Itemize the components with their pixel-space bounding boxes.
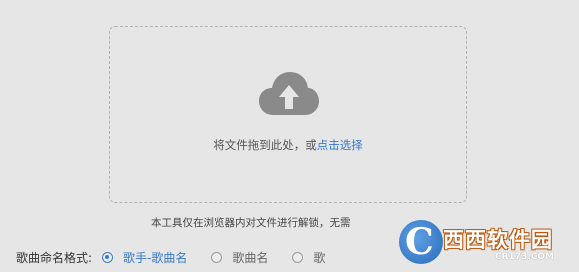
dropzone-instruction: 将文件拖到此处，或点击选择 [110,137,466,153]
option-label: 歌手-歌曲名 [123,250,188,265]
drop-text: 将文件拖到此处，或 [213,138,317,152]
choose-file-link[interactable]: 点击选择 [317,138,363,152]
watermark-url: CR173.COM [495,252,554,262]
format-option-other[interactable]: 歌 [292,249,325,266]
cloud-upload-icon [259,72,319,115]
notice-text: 本工具仅在浏览器内对文件进行解锁，无需 [151,217,351,229]
option-label: 歌 [313,250,326,265]
watermark-letter: C [405,221,434,263]
site-watermark: C 西西软件园 CR173.COM [395,218,573,268]
option-label: 歌曲名 [232,250,269,265]
format-label: 歌曲命名格式: [16,250,93,265]
radio-button[interactable] [102,251,114,263]
format-option-artist-title[interactable]: 歌手-歌曲名 [102,249,187,266]
format-selector: 歌曲命名格式: 歌手-歌曲名 歌曲名 歌 [16,249,349,265]
format-option-title[interactable]: 歌曲名 [211,249,268,266]
radio-button[interactable] [292,251,304,263]
radio-button[interactable] [211,251,223,263]
watermark-title: 西西软件园 [443,228,553,252]
file-dropzone[interactable]: 将文件拖到此处，或点击选择 [109,26,467,203]
